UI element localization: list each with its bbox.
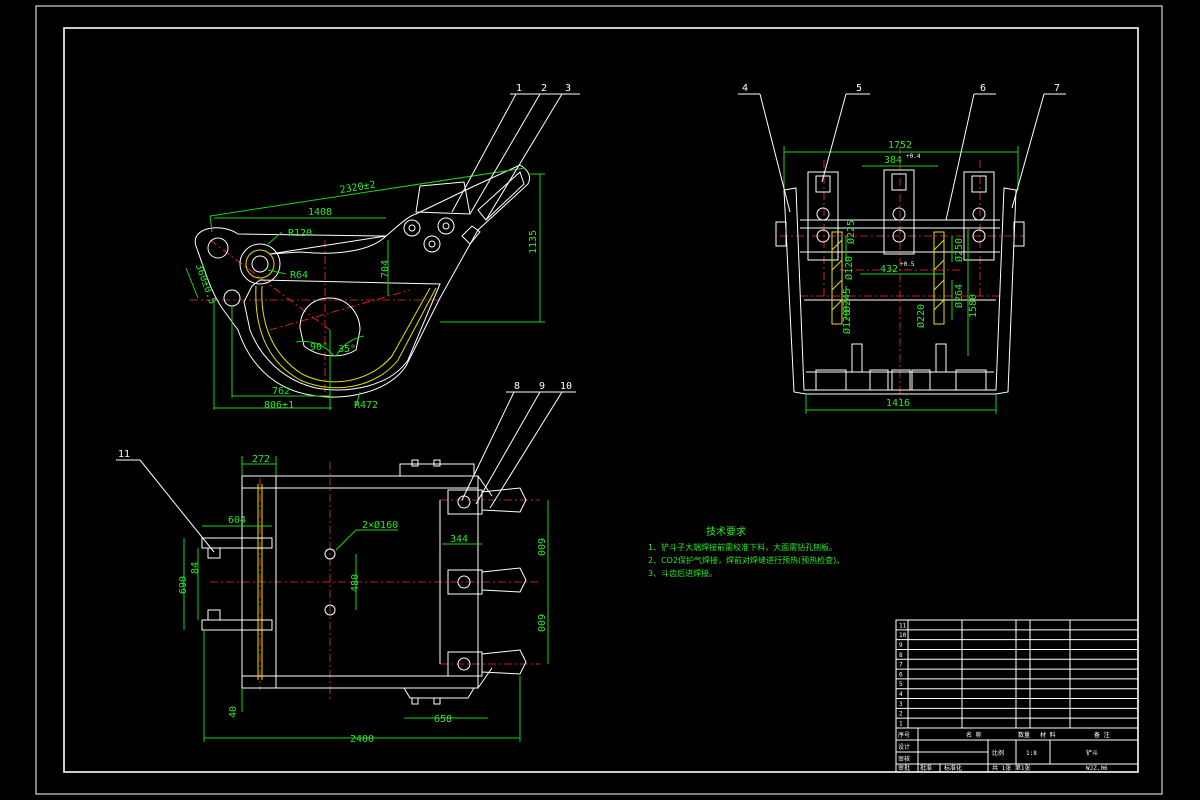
tb-footer-label: 标准化	[944, 764, 962, 772]
tb-part-name: 铲斗	[1086, 749, 1098, 757]
rear-dim-d245: Ø245	[841, 288, 853, 312]
side-dim-angle-35: 35°	[338, 344, 356, 355]
plan-dim-holes: 2×Ø160	[362, 519, 398, 531]
tb-label-audit: 审批	[898, 764, 910, 772]
note-item-3: 3、斗齿后进焊接。	[648, 569, 718, 578]
side-dim-angle-90: 90°	[310, 342, 328, 353]
side-dim-762: 762	[272, 386, 290, 397]
plan-dim-2400: 2400	[350, 734, 374, 745]
side-dim-top-length: 1408	[308, 207, 332, 218]
plan-view: 272 604 690 84 2×Ø160 344 480 600 600 40…	[116, 381, 576, 745]
tb-sheet: 共 1张 第1张	[992, 764, 1030, 772]
cad-drawing: 2320±2 1408 R120 R64 360±0.5 704 1135 76…	[35, 5, 1163, 795]
rear-view: 1752 384 +0.4 1416 432 +0.5 Ø225 Ø120 Ø2…	[738, 83, 1066, 414]
tb-header-qty: 数量	[1018, 731, 1030, 739]
tb-row-number: 3	[899, 701, 903, 708]
tb-row-number: 2	[899, 711, 903, 718]
callout-7: 7	[1054, 83, 1060, 94]
plan-dim-344: 344	[450, 534, 468, 545]
rear-dim-384-tol: +0.4	[906, 153, 921, 160]
callout-9: 9	[539, 381, 545, 392]
note-item-2: 2、CO2保护气焊接，焊前对焊缝进行预热(预热检查)。	[648, 556, 845, 565]
rear-dim-1752: 1752	[888, 140, 912, 151]
callout-6: 6	[980, 83, 986, 94]
note-item-1: 1、铲斗子大端焊接前需校准下料，大面需钻孔刨板。	[648, 543, 838, 552]
tb-row-number: 11	[899, 622, 907, 629]
side-dim-r64: R64	[290, 270, 308, 281]
tb-row-number: 8	[899, 652, 903, 659]
side-dim-r472: R472	[354, 400, 378, 411]
rear-dim-d120-top: Ø120	[843, 256, 855, 280]
plan-dim-658: 658	[434, 714, 452, 725]
rear-dim-432: 432	[880, 264, 898, 275]
tb-label-design: 设计	[898, 743, 910, 751]
rear-dim-d264: Ø264	[953, 284, 965, 308]
side-view: 2320±2 1408 R120 R64 360±0.5 704 1135 76…	[185, 83, 580, 411]
callout-10: 10	[560, 381, 572, 392]
plan-dim-84: 84	[190, 562, 201, 574]
plan-dim-600-lower: 600	[535, 614, 546, 632]
rear-dim-d225: Ø225	[845, 220, 857, 244]
rear-dim-d120-bottom: Ø120	[841, 310, 853, 334]
title-block: 11 10 9 8 7 6 5 4 3 2 1 序号 名 称 数量 材 料 备 注 设计 审核 审批…	[895, 619, 1139, 773]
plan-dim-600-upper: 600	[535, 538, 546, 556]
tb-row-number: 7	[899, 662, 903, 669]
rear-dim-1580: 1580	[968, 294, 979, 318]
callout-4: 4	[742, 83, 748, 94]
rear-dim-d250: Ø250	[953, 238, 965, 262]
side-dim-pin-distance: 360±0.5	[193, 262, 218, 305]
side-dim-height: 1135	[528, 230, 539, 254]
plan-dim-480: 480	[350, 574, 361, 592]
callout-1: 1	[516, 83, 522, 94]
side-dim-806: 806±1	[264, 400, 294, 411]
tb-row-number: 5	[899, 681, 903, 688]
tb-drawing-no: WJZ.06	[1086, 765, 1108, 772]
tb-header-no: 序号	[898, 731, 910, 739]
tb-header-remark: 备 注	[1094, 731, 1110, 739]
callout-2: 2	[541, 83, 547, 94]
callout-5: 5	[856, 83, 862, 94]
rear-dim-1416: 1416	[886, 398, 910, 409]
callout-11: 11	[118, 449, 130, 460]
tb-header-name: 名 称	[966, 731, 982, 739]
plan-dim-690: 690	[178, 576, 189, 594]
tb-label-approve: 批准	[920, 764, 932, 772]
tb-row-number: 9	[899, 642, 903, 649]
outer-frame	[35, 5, 1163, 795]
technical-requirements: 技术要求 1、铲斗子大端焊接前需校准下料，大面需钻孔刨板。 2、CO2保护气焊接…	[648, 526, 844, 580]
tb-label-review: 审核	[898, 755, 910, 763]
inner-frame	[63, 27, 1139, 773]
side-dim-704: 704	[380, 260, 391, 278]
callout-8: 8	[514, 381, 520, 392]
tb-row-number: 1	[899, 721, 903, 728]
plan-dim-604: 604	[228, 515, 246, 526]
notes-title: 技术要求	[706, 527, 746, 538]
tb-row-number: 10	[899, 632, 907, 639]
tb-row-number: 4	[899, 691, 903, 698]
rear-dim-432-tol: +0.5	[900, 261, 915, 268]
tb-header-material: 材 料	[1040, 731, 1056, 739]
tb-row-number: 6	[899, 671, 903, 678]
side-dim-r120: R120	[288, 228, 312, 239]
tb-scale: 1:8	[1026, 750, 1037, 757]
plan-dim-272: 272	[252, 454, 270, 465]
plan-dim-40: 40	[228, 706, 239, 718]
callout-3: 3	[565, 83, 571, 94]
rear-dim-384: 384	[884, 155, 902, 166]
tb-scale-label: 比例	[992, 749, 1004, 757]
rear-dim-d220: Ø220	[915, 304, 927, 328]
